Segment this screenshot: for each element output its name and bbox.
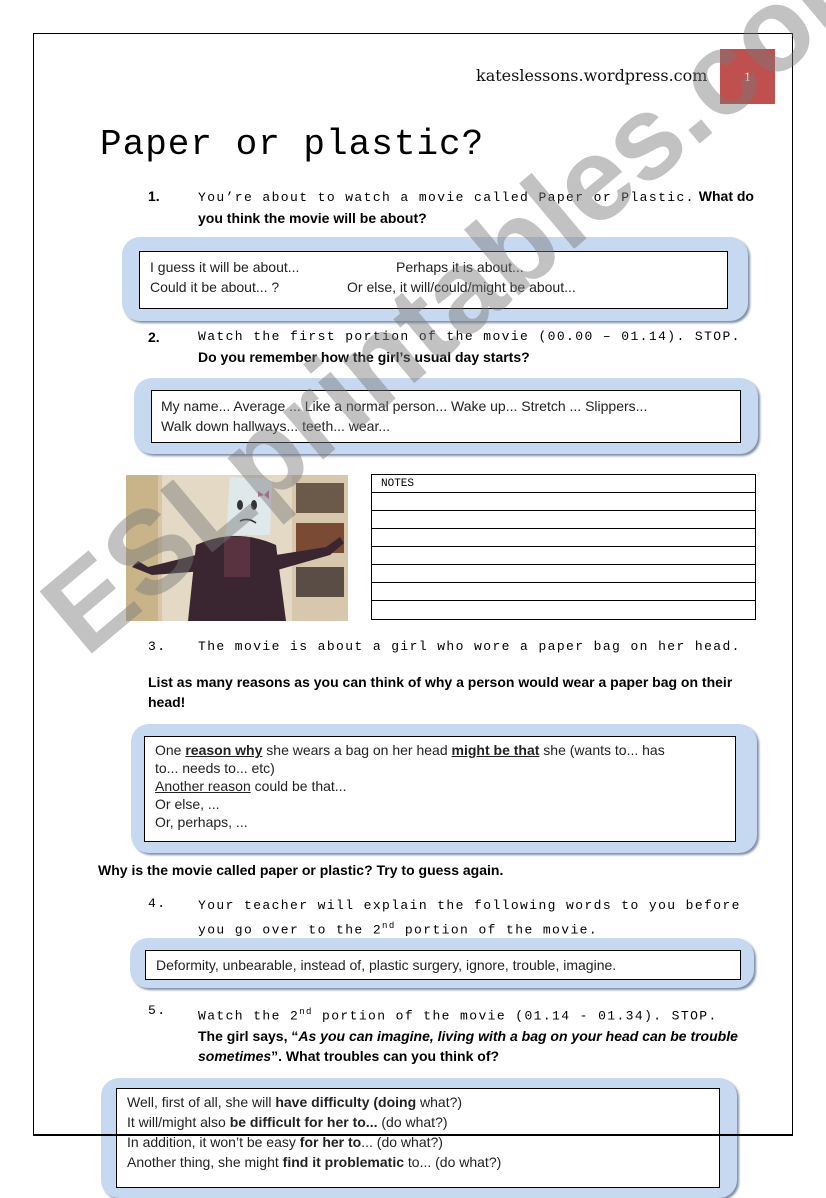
phrase: I guess it will be about... (150, 259, 300, 275)
notes-line[interactable] (372, 583, 755, 601)
prompt-text: portion of the movie. (395, 922, 599, 938)
question-5-question: The girl says, “As you can imagine, livi… (198, 1026, 758, 1066)
prompt-text: you go over to the 2 (198, 922, 383, 938)
notes-line[interactable] (372, 493, 755, 511)
question-3-question: List as many reasons as you can think of… (148, 674, 733, 710)
phrase-key: find it problematic (282, 1154, 404, 1170)
paper-bag-girl-illustration (126, 475, 348, 621)
phrase-text: she (wants to... has (539, 742, 665, 758)
notes-line[interactable] (372, 565, 755, 583)
notes-line[interactable] (372, 511, 755, 529)
question-2-number: 2. (148, 329, 160, 345)
question-1-phrase-box: I guess it will be about... Perhaps it i… (139, 251, 728, 309)
phrase: Could it be about... ? (150, 279, 280, 295)
page-border-bottom (33, 1134, 793, 1136)
question-5-number: 5. (148, 1003, 167, 1018)
question-2-text: Watch the first portion of the movie (00… (198, 327, 768, 367)
question-3-number: 3. (148, 639, 167, 654)
phrase-text: to... (do what?) (404, 1154, 502, 1170)
question-4-number: 4. (148, 896, 167, 911)
phrase-text: One (155, 742, 186, 758)
phrase-key: Another reason (155, 778, 251, 794)
phrase-key: for her to (299, 1134, 362, 1150)
phrase-line: Walk down hallways... teeth... wear... (161, 418, 391, 434)
phrase-key: have difficulty (doing (275, 1094, 417, 1110)
page-number-badge: 1 (720, 49, 775, 104)
notes-table: NOTES (371, 474, 756, 620)
question-5-text: Watch the 2nd portion of the movie (01.1… (198, 1002, 758, 1066)
guess-again-prompt: Why is the movie called paper or plastic… (98, 862, 504, 878)
phrase-line: Or else, ... (155, 796, 220, 812)
phrase-line: Or, perhaps, ... (155, 814, 248, 830)
ordinal-suffix: nd (299, 1007, 313, 1017)
phrase-line: Another reason could be that... (155, 777, 725, 795)
notes-header: NOTES (372, 475, 755, 493)
phrase-line: It will/might also be difficult for her … (127, 1112, 709, 1132)
phrase-text: In addition, it won’t be easy (127, 1134, 300, 1150)
question-text: ”. What troubles can you think of? (271, 1048, 500, 1065)
phrase-text: Another thing, she might (127, 1154, 283, 1170)
notes-line[interactable] (372, 529, 755, 547)
movie-still-image (126, 475, 348, 621)
question-2-phrase-box: My name... Average ... Like a normal per… (151, 390, 741, 443)
phrase: Perhaps it is about... (396, 259, 524, 275)
phrase-text: ... (do what?) (361, 1134, 443, 1150)
question-5-prompt: Watch the 2nd portion of the movie (01.1… (198, 1002, 758, 1026)
vocabulary-box: Deformity, unbearable, instead of, plast… (145, 950, 741, 980)
question-5-phrase-box: Well, first of all, she will have diffic… (116, 1088, 720, 1188)
phrase-line: Well, first of all, she will have diffic… (127, 1092, 709, 1112)
phrase-line: One reason why she wears a bag on her he… (155, 741, 725, 759)
prompt-text: Watch the 2 (198, 1008, 300, 1024)
prompt-text: portion of the movie (01.14 - 01.34). ST… (312, 1008, 718, 1024)
phrase-text: could be that... (250, 778, 347, 794)
notes-line[interactable] (372, 547, 755, 565)
phrase-line: My name... Average ... Like a normal per… (161, 398, 648, 414)
phrase-text: (do what?) (377, 1114, 448, 1130)
phrase-text: what?) (416, 1094, 463, 1110)
ordinal-suffix: nd (382, 921, 396, 931)
prompt-line: you go over to the 2nd portion of the mo… (198, 916, 741, 940)
phrase-key: reason why (185, 742, 263, 758)
prompt-line: Your teacher will explain the following … (198, 898, 741, 913)
phrase-line: to... needs to... etc) (155, 760, 275, 776)
phrase-key: might be that (451, 742, 540, 758)
question-1-text: You’re about to watch a movie called Pap… (198, 186, 768, 228)
question-4-prompt: Your teacher will explain the following … (198, 896, 741, 940)
notes-line[interactable] (372, 601, 755, 619)
question-2-prompt: Watch the first portion of the movie (00… (198, 329, 741, 344)
question-1-number: 1. (148, 188, 160, 204)
phrase-key: be difficult for her to... (229, 1114, 378, 1130)
question-3-prompt: The movie is about a girl who wore a pap… (198, 639, 741, 654)
phrase-text: Well, first of all, she will (127, 1094, 276, 1110)
page-title: Paper or plastic? (100, 124, 485, 165)
phrase-text: It will/might also (127, 1114, 230, 1130)
phrase: Or else, it will/could/might be about... (347, 279, 576, 295)
phrase-text: she wears a bag on her head (262, 742, 452, 758)
question-text: The girl says, “ (198, 1028, 299, 1045)
question-2-question: Do you remember how the girl’s usual day… (198, 349, 530, 365)
question-3-phrase-box: One reason why she wears a bag on her he… (144, 736, 736, 842)
phrase-line: Another thing, she might find it problem… (127, 1152, 709, 1172)
question-1-prompt: You’re about to watch a movie called Pap… (198, 190, 695, 205)
site-url: kateslessons.wordpress.com (476, 66, 708, 85)
